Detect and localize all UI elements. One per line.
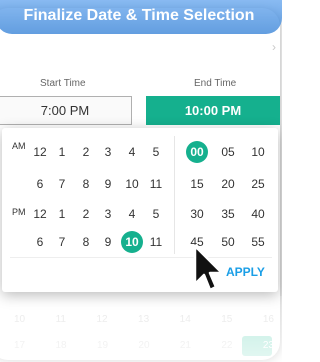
minute-option[interactable]: 40 — [247, 203, 269, 225]
hour-option[interactable]: 10 — [121, 173, 143, 195]
hour-option[interactable]: 9 — [97, 231, 119, 253]
minute-option[interactable]: 55 — [247, 231, 269, 253]
minute-option[interactable]: 20 — [217, 173, 239, 195]
hour-option[interactable]: 6 — [29, 231, 51, 253]
minute-option[interactable]: 15 — [186, 173, 208, 195]
minute-option[interactable]: 35 — [217, 203, 239, 225]
minute-option[interactable]: 30 — [186, 203, 208, 225]
screen: Finalize Date & Time Selection › Start T… — [0, 0, 282, 362]
hour-option[interactable]: 2 — [75, 141, 97, 163]
start-time-field[interactable]: 7:00 PM — [0, 96, 132, 125]
hour-option[interactable]: 3 — [97, 203, 119, 225]
apply-button[interactable]: APPLY — [226, 265, 265, 279]
hour-option[interactable]: 12 — [29, 141, 51, 163]
hour-option[interactable]: 1 — [51, 141, 73, 163]
hour-option[interactable]: 11 — [145, 173, 167, 195]
hour-option[interactable]: 3 — [97, 141, 119, 163]
modal-title: Finalize Date & Time Selection — [0, 0, 282, 34]
fade-overlay — [0, 296, 282, 362]
hour-option[interactable]: 6 — [29, 173, 51, 195]
time-picker-popover: AM PM 12 1 2 3 4 5 6 7 8 9 10 11 12 1 2 … — [2, 128, 278, 292]
minute-option[interactable]: 10 — [247, 141, 269, 163]
start-time-label: Start Time — [40, 78, 86, 89]
end-time-field[interactable]: 10:00 PM — [146, 96, 280, 125]
hour-option-selected[interactable]: 10 — [121, 231, 143, 253]
chevron-right-icon[interactable]: › — [272, 40, 276, 54]
hour-option[interactable]: 7 — [51, 231, 73, 253]
pm-label: PM — [12, 207, 26, 217]
hour-option[interactable]: 5 — [145, 141, 167, 163]
hour-option[interactable]: 4 — [121, 203, 143, 225]
minute-option[interactable]: 25 — [247, 173, 269, 195]
hour-option[interactable]: 1 — [51, 203, 73, 225]
hour-option[interactable]: 4 — [121, 141, 143, 163]
hour-option[interactable]: 7 — [51, 173, 73, 195]
hour-option[interactable]: 12 — [29, 203, 51, 225]
minute-option-selected[interactable]: 00 — [186, 141, 208, 163]
hour-option[interactable]: 9 — [97, 173, 119, 195]
hour-option[interactable]: 8 — [75, 173, 97, 195]
hour-option[interactable]: 2 — [75, 203, 97, 225]
hour-option[interactable]: 5 — [145, 203, 167, 225]
am-label: AM — [12, 141, 26, 151]
hour-option[interactable]: 11 — [145, 231, 167, 253]
minute-option[interactable]: 05 — [217, 141, 239, 163]
divider — [10, 257, 272, 258]
hour-option[interactable]: 8 — [75, 231, 97, 253]
divider — [174, 136, 175, 254]
end-time-label: End Time — [194, 78, 237, 89]
arrow-pointer-icon — [193, 244, 224, 292]
